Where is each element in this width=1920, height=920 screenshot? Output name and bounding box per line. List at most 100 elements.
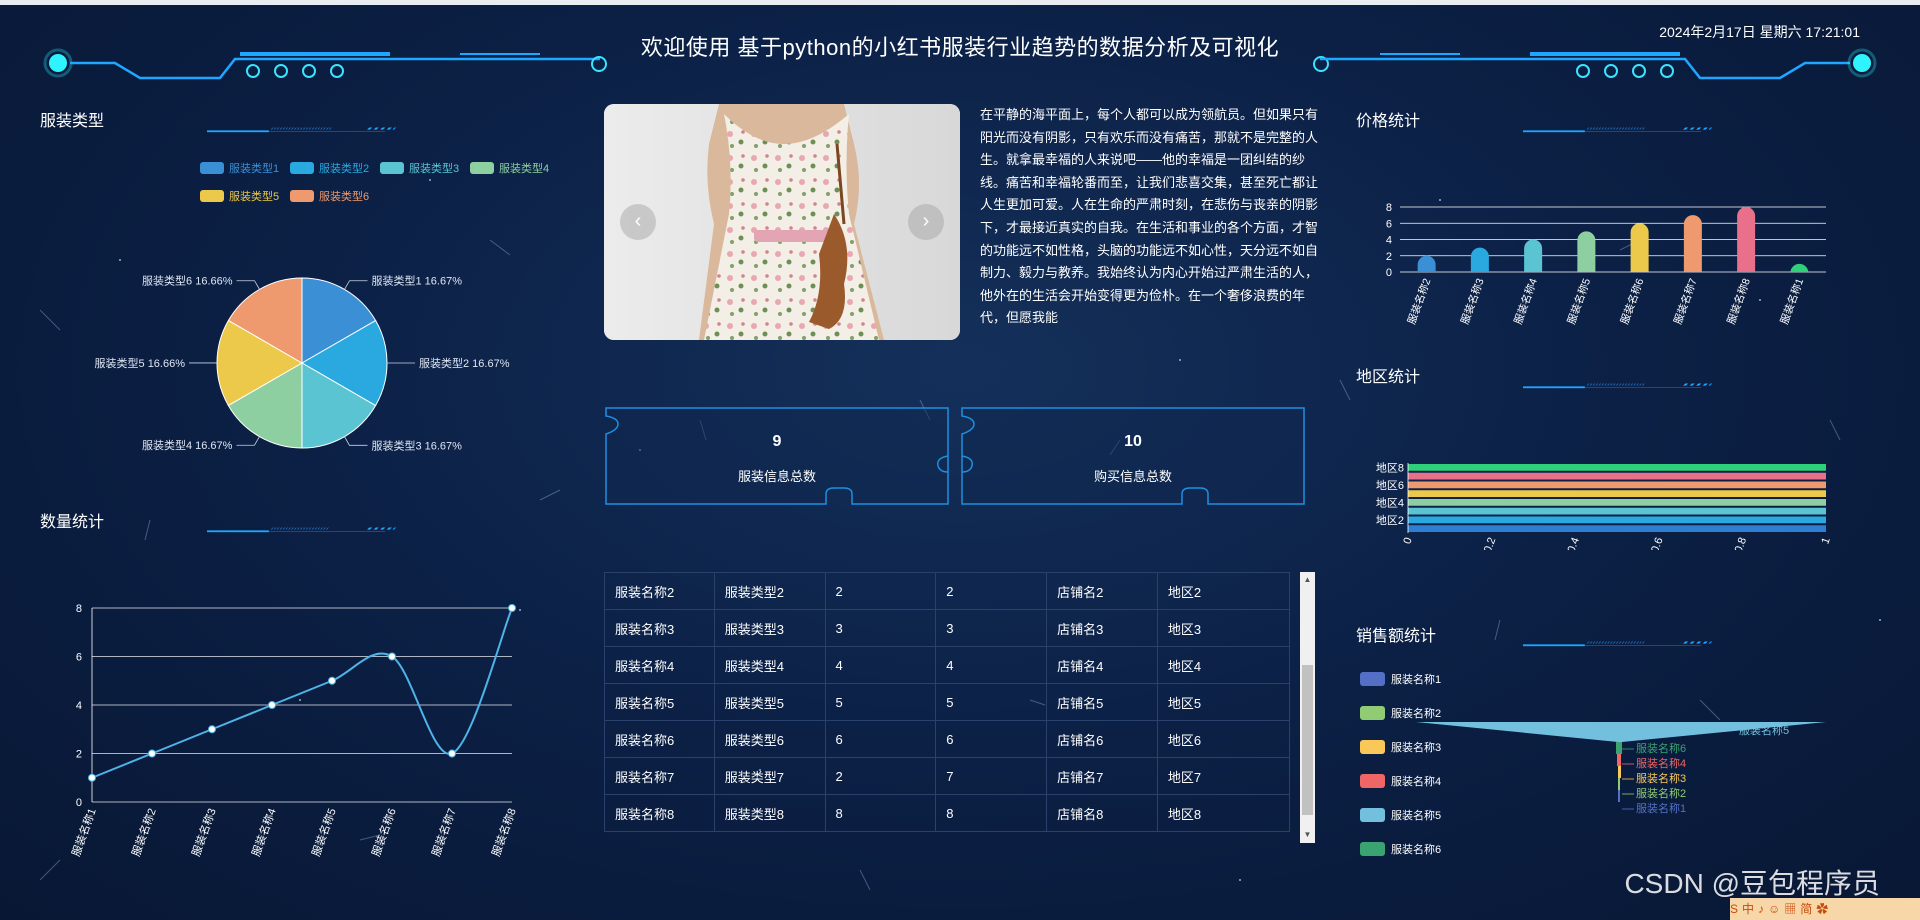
table-cell: 店铺名3 (1046, 609, 1158, 647)
table-row[interactable]: 服装名称4 服装类型4 4 4 店铺名4 地区4 (604, 646, 1290, 684)
bar-x-tick: 服装名称7 (1671, 276, 1700, 326)
line-point (268, 701, 276, 709)
pie-legend-label: 服装类型1 (229, 161, 279, 175)
bar-x-tick: 服装名称8 (1724, 276, 1753, 326)
table-cell: 5 (824, 683, 937, 721)
table-cell: 地区6 (1156, 720, 1290, 758)
pie-legend-label: 服装类型4 (499, 161, 549, 175)
pie-label-line (236, 280, 260, 290)
pie-legend-swatch (290, 162, 314, 174)
line-point (508, 604, 516, 612)
scrollbar-thumb[interactable] (1302, 665, 1313, 815)
header-decoration-right (1313, 48, 1877, 80)
sales-legend-label: 服装名称1 (1391, 672, 1441, 686)
line-y-tick: 0 (76, 797, 82, 809)
region-x-tick: 0.2 (1482, 536, 1499, 550)
table-cell: 服装名称7 (604, 757, 715, 795)
sales-legend-swatch (1360, 706, 1385, 720)
region-x-tick: 0.6 (1649, 536, 1666, 550)
sales-funnel-chart: 服装名称1服装名称2服装名称3服装名称4服装名称5服装名称6服装名称5服装名称6… (1360, 672, 1826, 856)
table-cell: 5 (935, 683, 1048, 721)
region-x-tick: 0.4 (1566, 536, 1583, 550)
price-bar (1630, 223, 1649, 272)
table-cell: 4 (824, 646, 937, 684)
table-cell: 服装名称4 (604, 646, 715, 684)
pie-slice-label: 服装类型3 16.67% (371, 438, 462, 452)
page-title: 欢迎使用 基于python的小红书服装行业趋势的数据分析及可视化 (640, 35, 1280, 60)
data-table[interactable]: 服装名称2 服装类型2 2 2 店铺名2 地区2 服装名称3 服装类型3 3 3 店铺名3 地区3 服装… (604, 572, 1290, 843)
panel-title-bar (207, 127, 397, 133)
sales-legend-swatch (1360, 842, 1385, 856)
region-x-tick: 0 (1401, 536, 1414, 546)
bar-y-tick: 2 (1386, 251, 1392, 263)
table-cell: 6 (935, 720, 1048, 758)
table-cell: 7 (935, 757, 1048, 795)
pie-slice-label: 服装类型5 16.66% (95, 356, 186, 370)
table-cell: 2 (824, 757, 937, 795)
ime-toolbar[interactable]: S中♪☺▦简✿ (1730, 898, 1920, 920)
carousel-image[interactable]: ‹ › (604, 104, 960, 340)
table-cell: 地区7 (1156, 757, 1290, 795)
table-row[interactable]: 服装名称5 服装类型5 5 5 店铺名5 地区5 (604, 683, 1290, 721)
price-bar (1524, 239, 1543, 272)
funnel-label: 服装名称3 (1636, 771, 1686, 785)
table-row[interactable]: 服装名称7 服装类型7 2 7 店铺名7 地区7 (604, 757, 1290, 795)
table-cell: 店铺名5 (1046, 683, 1158, 721)
sales-legend-label: 服装名称5 (1391, 808, 1441, 822)
table-cell: 8 (824, 794, 937, 832)
table-cell: 地区5 (1156, 683, 1290, 721)
region-x-tick: 1 (1819, 536, 1832, 546)
quantity-line-chart: 0 2 4 6 8 服装名称1 服装名称2 服装名称3 服装名称4 服装名称5 服装名称6 服装名称7… (69, 603, 519, 858)
line-point (388, 652, 396, 661)
line-point (208, 725, 216, 734)
line-x-tick: 服装名称5 (309, 806, 339, 858)
sales-legend-swatch (1360, 774, 1385, 788)
region-bar (1408, 490, 1826, 497)
bar-y-tick: 0 (1386, 267, 1392, 279)
panel-title-bar (1523, 127, 1713, 133)
pie-legend-swatch (470, 162, 494, 174)
bar-x-tick: 服装名称4 (1511, 276, 1540, 326)
table-cell: 店铺名7 (1046, 757, 1158, 795)
line-x-tick: 服装名称7 (429, 806, 459, 858)
pie-slice-label: 服装类型6 16.66% (142, 274, 233, 288)
funnel-label: 服装名称5 (1739, 723, 1789, 737)
pie-slice-label: 服装类型4 16.67% (142, 438, 233, 452)
table-cell: 地区4 (1156, 646, 1290, 684)
table-cell: 服装类型2 (713, 572, 826, 610)
line-y-tick: 4 (76, 700, 82, 712)
scroll-up-icon[interactable]: ▲ (1300, 572, 1315, 588)
table-row[interactable]: 服装名称3 服装类型3 3 3 店铺名3 地区3 (604, 609, 1290, 647)
table-cell: 4 (935, 646, 1048, 684)
dress-photo (604, 104, 960, 340)
table-cell: 6 (824, 720, 937, 758)
clothing-total-value: 9 (772, 433, 782, 450)
table-cell: 店铺名6 (1046, 720, 1158, 758)
table-row[interactable]: 服装名称2 服装类型2 2 2 店铺名2 地区2 (604, 572, 1290, 610)
table-cell: 服装类型4 (713, 646, 826, 684)
funnel-label: 服装名称6 (1636, 741, 1686, 755)
stat-frame (605, 407, 949, 505)
carousel-next-button[interactable]: › (908, 204, 944, 240)
line-x-tick: 服装名称3 (189, 806, 219, 858)
line-y-tick: 2 (76, 749, 82, 761)
table-row[interactable]: 服装名称8 服装类型8 8 8 店铺名8 地区8 (604, 794, 1290, 832)
purchase-total-value: 10 (1124, 433, 1142, 450)
line-x-tick: 服装名称4 (249, 806, 279, 858)
ad-paragraph: 在平静的海平面上，每个人都可以成为领航员。但如果只有阳光而没有阴影，只有欢乐而没… (980, 107, 1319, 326)
line-point (148, 749, 156, 758)
sales-legend-swatch (1360, 672, 1385, 686)
table-row[interactable]: 服装名称6 服装类型6 6 6 店铺名6 地区6 (604, 720, 1290, 758)
pie-slice-label: 服装类型2 16.67% (419, 356, 510, 370)
region-x-tick: 0.8 (1733, 536, 1750, 550)
sales-legend-swatch (1360, 808, 1385, 822)
scroll-down-icon[interactable]: ▼ (1300, 827, 1315, 843)
line-x-tick: 服装名称1 (69, 806, 99, 858)
carousel-prev-button[interactable]: ‹ (620, 204, 656, 240)
table-cell: 服装名称5 (604, 683, 715, 721)
bar-x-tick: 服装名称1 (1778, 276, 1807, 326)
table-cell: 服装名称2 (604, 572, 715, 610)
table-cell: 地区2 (1156, 572, 1290, 610)
funnel-segment (1618, 766, 1621, 778)
table-cell: 店铺名4 (1046, 646, 1158, 684)
